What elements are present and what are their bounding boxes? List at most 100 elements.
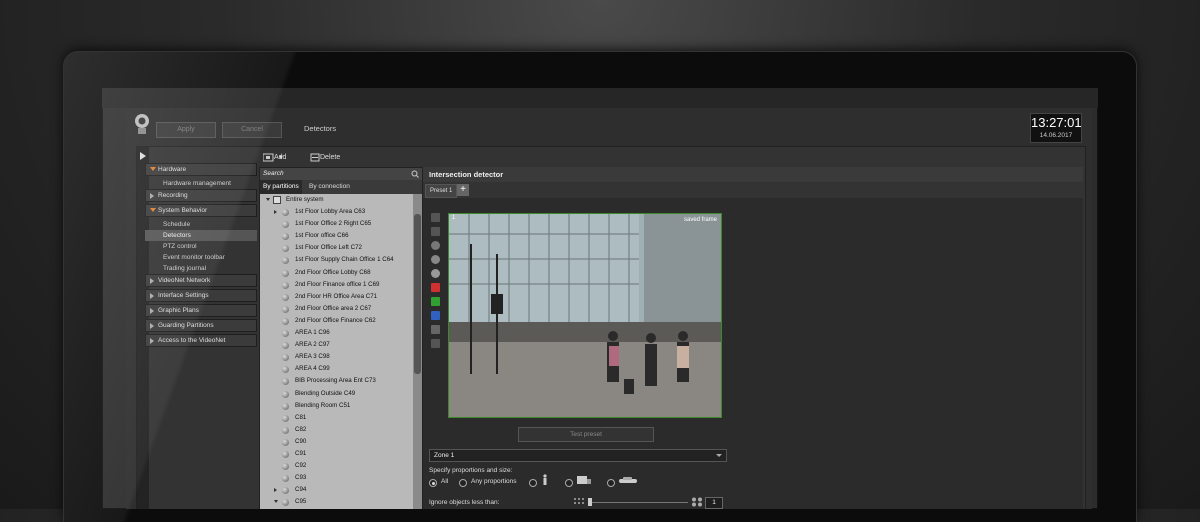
add-button[interactable]: Add ▼ (262, 151, 286, 165)
sphere-icon[interactable] (431, 269, 440, 278)
nav-item-detectors[interactable]: Detectors (145, 230, 257, 241)
tree-item[interactable]: C81 (260, 412, 412, 424)
line-tool-icon[interactable] (431, 227, 440, 236)
preset-tab[interactable]: Preset 1 (425, 184, 458, 198)
expand-arrow-icon[interactable] (266, 198, 270, 201)
select-tool-icon[interactable] (431, 213, 440, 222)
tree-item[interactable]: C90 (260, 436, 412, 448)
radio-car[interactable] (607, 479, 615, 487)
expand-arrow-icon[interactable] (274, 210, 277, 215)
camera-icon (282, 293, 289, 301)
radio-truck[interactable] (565, 479, 573, 487)
tree-item[interactable]: Blending Room C51 (260, 400, 412, 412)
tree-item-label: C95 (295, 498, 307, 506)
blue-color-icon[interactable] (431, 311, 440, 320)
nav-item-event-monitor-toolbar[interactable]: Event monitor toolbar (145, 252, 257, 263)
radio-any-proportions[interactable] (459, 479, 467, 487)
nav-section-interface-settings[interactable]: Interface Settings (145, 289, 257, 302)
test-preset-button[interactable]: Test preset (518, 427, 654, 442)
tree-item[interactable]: Blending Outside C49 (260, 388, 412, 400)
tree-item[interactable]: 2nd Floor Office area 2 C67 (260, 303, 412, 315)
radio-person[interactable] (529, 479, 537, 487)
tree-tabs: By partitions By connection (260, 180, 422, 194)
add-preset-icon[interactable]: + (457, 184, 469, 196)
radio-any-label: Any proportions (471, 478, 517, 485)
tree-item[interactable]: 2nd Floor HR Office Area C71 (260, 291, 412, 303)
nav-item-ptz-control[interactable]: PTZ control (145, 241, 257, 252)
camera-icon (282, 209, 289, 217)
red-color-icon[interactable] (431, 283, 440, 292)
tree-root[interactable]: Entire system (260, 194, 412, 206)
expand-arrow-icon[interactable] (274, 500, 278, 504)
camera-preview[interactable]: 1 saved frame (448, 213, 722, 418)
nav-item-schedule[interactable]: Schedule (145, 219, 257, 230)
zone-select[interactable]: Zone 1 (429, 449, 727, 462)
camera-icon (282, 450, 289, 458)
cancel-button[interactable]: Cancel (222, 122, 282, 138)
tree-item[interactable]: C91 (260, 448, 412, 460)
nav-item-trading-journal[interactable]: Trading journal (145, 263, 257, 274)
nav-section-guarding-partitions[interactable]: Guarding Partitions (145, 319, 257, 332)
tree-item[interactable]: 1st Floor office C66 (260, 230, 412, 242)
nav-section-videonet-network[interactable]: VideoNet Network (145, 274, 257, 287)
tree-item[interactable]: AREA 2 C97 (260, 339, 412, 351)
nav-section-hardware[interactable]: Hardware (145, 163, 257, 176)
tree-item[interactable]: C93 (260, 472, 412, 484)
color-picker-icon[interactable] (431, 241, 440, 250)
camera-icon (282, 414, 289, 422)
tree-item[interactable]: 1st Floor Lobby Area C63 (260, 206, 412, 218)
expand-arrow-icon[interactable] (274, 488, 277, 493)
pencil-icon[interactable] (431, 339, 440, 348)
apply-button[interactable]: Apply (156, 122, 216, 138)
search-input[interactable]: Search (260, 168, 422, 180)
nav-section-label: Graphic Plans (158, 307, 199, 314)
delete-icon (310, 153, 320, 162)
tree-item[interactable]: AREA 1 C96 (260, 327, 412, 339)
tree-item[interactable]: AREA 4 C99 (260, 363, 412, 375)
tab-by-connection[interactable]: By connection (306, 180, 353, 194)
nav-section-access-videonet[interactable]: Access to the VideoNet (145, 334, 257, 347)
tree-item[interactable]: C92 (260, 460, 412, 472)
slider-thumb[interactable] (588, 498, 592, 506)
app-logo-icon (135, 114, 149, 134)
tree-root-label: Entire system (286, 196, 324, 203)
tree-item[interactable]: C95 (260, 496, 412, 508)
tree-item-label: 1st Floor office C66 (295, 232, 349, 240)
delete-button[interactable]: Delete (310, 151, 340, 165)
nav-section-graphic-plans[interactable]: Graphic Plans (145, 304, 257, 317)
tree-item[interactable]: 1st Floor Office Left C72 (260, 242, 412, 254)
size-value-input[interactable]: 1 (705, 497, 723, 509)
tree-item[interactable]: 1st Floor Office 2 Right C65 (260, 218, 412, 230)
tree-item-label: Blending Room C51 (295, 401, 351, 409)
camera-icon (282, 221, 289, 229)
search-icon[interactable] (411, 170, 419, 178)
green-color-icon[interactable] (431, 297, 440, 306)
tree-item-label: BIB Processing Area Ent C73 (295, 377, 376, 385)
tree-item-label: 2nd Floor Office area 2 C67 (295, 304, 372, 312)
tree-item[interactable]: C82 (260, 424, 412, 436)
nav-item-hardware-management[interactable]: Hardware management (145, 178, 257, 189)
tree-item-label: Blending Outside C49 (295, 389, 356, 397)
tree-item[interactable]: 2nd Floor Office Lobby C68 (260, 267, 412, 279)
nav-section-recording[interactable]: Recording (145, 189, 257, 202)
camera-icon (282, 233, 289, 241)
tree-item[interactable]: AREA 3 C98 (260, 351, 412, 363)
tree-item[interactable]: BIB Processing Area Ent C73 (260, 375, 412, 387)
camera-icon (282, 281, 289, 289)
tab-by-partitions[interactable]: By partitions (260, 180, 302, 194)
camera-icon (282, 366, 289, 374)
tree-item[interactable]: 2nd Floor Finance office 1 C69 (260, 279, 412, 291)
tree-item[interactable]: 1st Floor Supply Chain Office 1 C64 (260, 254, 412, 266)
tree-item[interactable]: 2nd Floor Office Finance C62 (260, 315, 412, 327)
nav-section-label: System Behavior (158, 207, 208, 214)
clock: 13:27:01 14.06.2017 (1030, 113, 1082, 143)
tree-item[interactable]: C94 (260, 484, 412, 496)
collapsed-arrow-icon (150, 193, 154, 199)
color-wheel-icon[interactable] (431, 255, 440, 264)
scroll-thumb[interactable] (414, 214, 421, 374)
tree-scrollbar[interactable] (413, 194, 422, 509)
radio-all[interactable] (429, 479, 437, 487)
image-tool-icon[interactable] (431, 325, 440, 334)
nav-section-system-behavior[interactable]: System Behavior (145, 204, 257, 217)
size-slider[interactable] (588, 502, 688, 503)
